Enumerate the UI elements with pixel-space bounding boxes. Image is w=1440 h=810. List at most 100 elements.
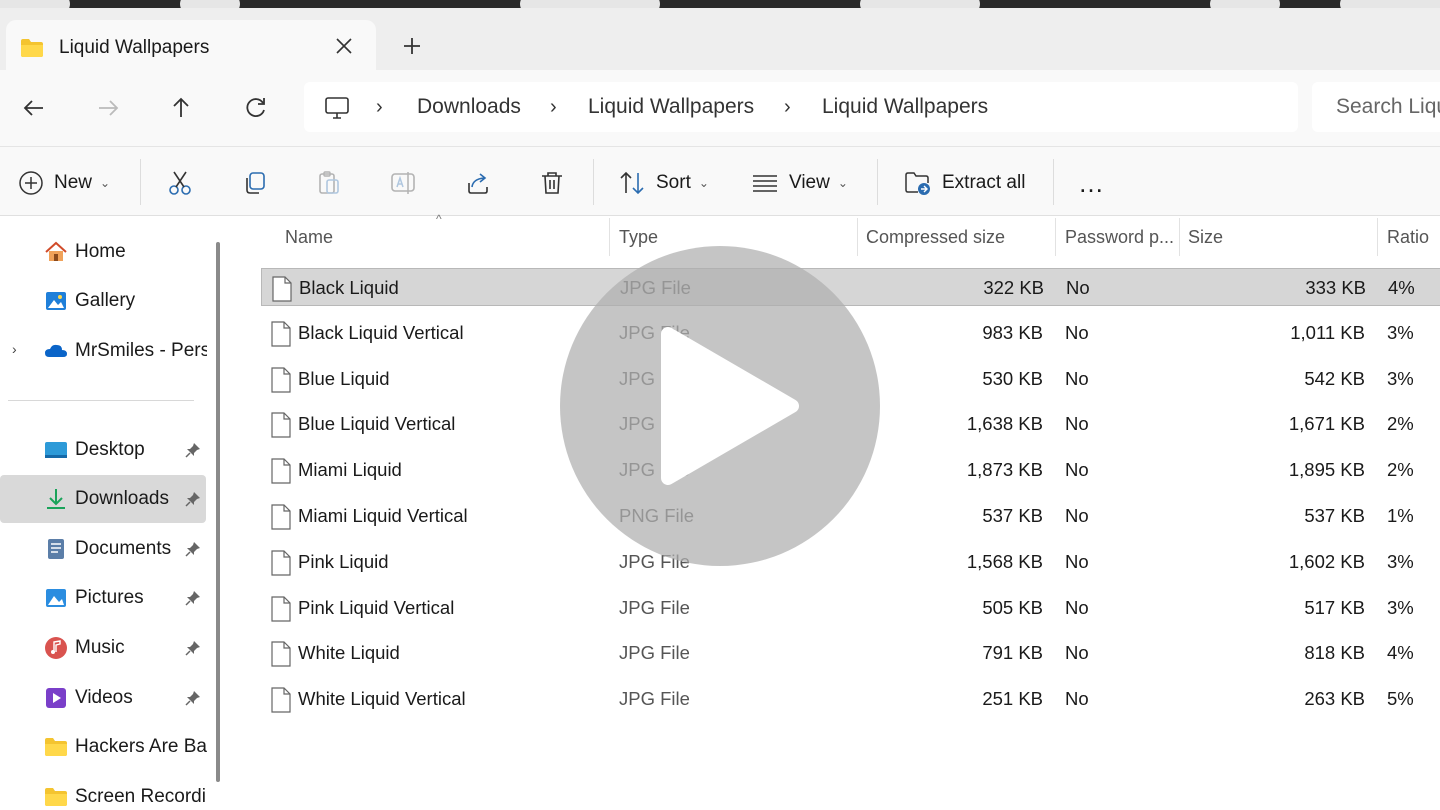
sidebar-item-pictures[interactable]: Pictures	[0, 574, 206, 622]
sidebar-item-label: MrSmiles - Personal	[75, 340, 207, 361]
rename-button[interactable]	[389, 167, 417, 199]
file-name: Miami Liquid Vertical	[298, 505, 468, 526]
column-divider[interactable]	[1377, 218, 1378, 256]
file-icon	[270, 412, 292, 443]
file-size: 537 KB	[1304, 505, 1365, 526]
onedrive-icon	[45, 344, 67, 357]
file-icon	[270, 641, 292, 672]
desktop-wallpaper-strip	[0, 0, 1440, 8]
column-divider[interactable]	[1055, 218, 1056, 256]
cut-button[interactable]	[166, 167, 194, 199]
sidebar-item-music[interactable]: Music	[0, 624, 206, 672]
search-placeholder: Search Liquid Wallpapers	[1336, 95, 1440, 118]
column-divider[interactable]	[1179, 218, 1180, 256]
file-icon	[270, 595, 292, 627]
file-password-protected: No	[1065, 688, 1089, 710]
paste-button[interactable]	[315, 167, 343, 199]
view-label: View	[789, 172, 830, 193]
chevron-right-icon[interactable]: ›	[376, 96, 383, 119]
sidebar-item-desktop[interactable]: Desktop	[0, 426, 206, 474]
extract-folder-icon	[905, 172, 930, 195]
back-arrow-icon[interactable]	[18, 92, 50, 124]
this-pc-icon[interactable]	[324, 95, 350, 126]
share-button[interactable]	[464, 167, 492, 199]
pin-icon[interactable]	[184, 540, 202, 558]
file-row[interactable]: Pink Liquid Vertical JPG File 505 KB No 517 …	[261, 589, 1440, 627]
file-password-protected: No	[1065, 596, 1089, 618]
breadcrumb-liquid-wallpapers[interactable]: Liquid Wallpapers	[588, 95, 754, 119]
sort-button[interactable]: Sort ⌄	[618, 167, 709, 199]
file-row[interactable]: White Liquid JPG File 791 KB No 818 KB 4%	[261, 634, 1440, 672]
column-header-ratio[interactable]: Ratio	[1387, 227, 1429, 248]
search-box[interactable]: Search Liquid Wallpapers	[1312, 82, 1440, 132]
sidebar-item-home[interactable]: Home	[0, 228, 206, 276]
up-arrow-icon[interactable]	[165, 92, 197, 124]
column-header-compressed-size[interactable]: Compressed size	[866, 227, 1005, 248]
rename-icon	[391, 172, 415, 194]
copy-button[interactable]	[241, 167, 269, 199]
forward-arrow-icon[interactable]	[92, 92, 124, 124]
delete-button[interactable]	[538, 167, 566, 199]
column-header-name[interactable]: Name	[285, 227, 333, 248]
file-icon	[270, 366, 292, 398]
file-name: Black Liquid	[299, 277, 399, 298]
more-options-button[interactable]: …	[1078, 167, 1105, 199]
file-row[interactable]: White Liquid Vertical JPG File 251 KB No 263…	[261, 680, 1440, 718]
extract-all-button[interactable]: Extract all	[904, 167, 1025, 199]
file-ratio: 3%	[1387, 367, 1414, 389]
pin-icon[interactable]	[184, 639, 202, 657]
documents-icon	[48, 539, 64, 559]
breadcrumb-liquid-wallpapers-current[interactable]: Liquid Wallpapers	[822, 95, 988, 119]
pin-icon[interactable]	[184, 689, 202, 707]
sidebar-item-screen-recordings[interactable]: Screen Recordings	[0, 773, 207, 810]
folder-icon	[20, 38, 44, 63]
new-tab-plus-icon[interactable]	[398, 32, 426, 60]
play-triangle-icon	[661, 327, 799, 485]
breadcrumb-downloads[interactable]: Downloads	[417, 95, 521, 119]
address-bar[interactable]: › Downloads › Liquid Wallpapers › Liquid…	[304, 82, 1298, 132]
pin-icon[interactable]	[184, 441, 202, 459]
new-button[interactable]: New ⌄	[18, 167, 110, 199]
file-size: 263 KB	[1304, 688, 1365, 710]
file-compressed-size: 1,638 KB	[966, 413, 1043, 435]
sort-label: Sort	[656, 172, 691, 193]
chevron-right-icon[interactable]: ›	[784, 96, 791, 119]
pictures-icon	[46, 589, 66, 607]
toolbar-divider	[1053, 159, 1054, 205]
refresh-icon[interactable]	[240, 92, 272, 124]
file-compressed-size: 1,568 KB	[966, 550, 1043, 572]
chevron-right-icon[interactable]: ›	[12, 341, 17, 357]
file-ratio: 2%	[1387, 413, 1414, 435]
pin-icon[interactable]	[184, 589, 202, 607]
chevron-right-icon[interactable]: ›	[550, 96, 557, 119]
column-header-type[interactable]: Type	[619, 227, 658, 248]
pin-icon[interactable]	[184, 490, 202, 508]
file-password-protected: No	[1065, 321, 1089, 343]
close-tab-icon[interactable]	[332, 34, 356, 58]
paste-icon	[319, 171, 339, 194]
sidebar-item-gallery[interactable]: Gallery	[0, 277, 206, 325]
file-name: Blue Liquid	[298, 367, 390, 389]
sidebar-item-onedrive[interactable]: › MrSmiles - Personal	[0, 327, 207, 375]
file-size: 1,895 KB	[1288, 459, 1365, 481]
file-ratio: 2%	[1387, 459, 1414, 481]
file-ratio: 4%	[1388, 277, 1415, 298]
file-name: Black Liquid Vertical	[298, 321, 464, 343]
file-ratio: 5%	[1387, 688, 1414, 710]
home-icon	[45, 241, 67, 261]
sidebar-item-downloads[interactable]: Downloads	[0, 475, 206, 523]
sidebar-item-label: Gallery	[75, 290, 136, 311]
sidebar-item-hackers-are-back[interactable]: Hackers Are Back	[0, 723, 207, 771]
toolbar-divider	[877, 159, 878, 205]
tab-liquid-wallpapers[interactable]: Liquid Wallpapers	[6, 20, 376, 72]
file-ratio: 1%	[1387, 505, 1414, 526]
file-name: White Liquid	[298, 642, 400, 664]
sidebar-scrollbar[interactable]	[216, 242, 220, 782]
column-header-size[interactable]: Size	[1188, 227, 1223, 248]
video-play-button[interactable]	[560, 246, 880, 566]
view-button[interactable]: View ⌄	[751, 167, 848, 199]
trash-icon	[542, 172, 562, 194]
sidebar-item-documents[interactable]: Documents	[0, 525, 206, 573]
sidebar-item-videos[interactable]: Videos	[0, 674, 206, 722]
column-header-password[interactable]: Password p...	[1065, 227, 1174, 248]
